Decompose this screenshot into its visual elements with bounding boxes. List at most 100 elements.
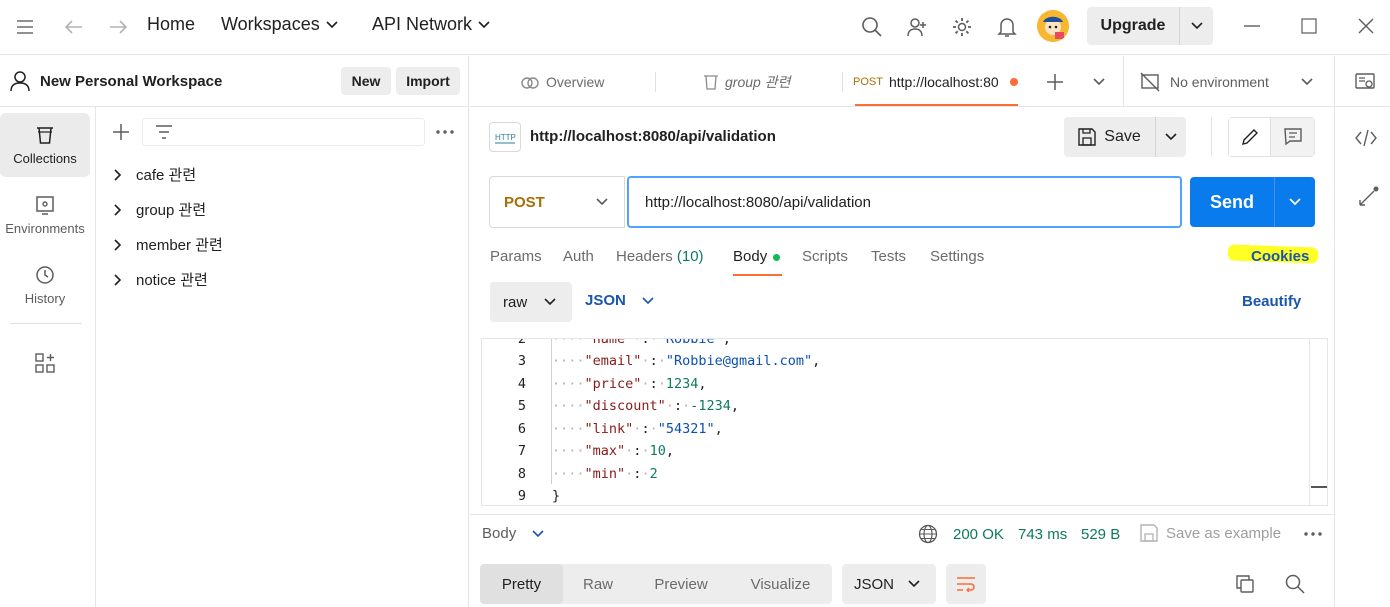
notification-bell-icon[interactable] bbox=[994, 14, 1020, 40]
add-collection-icon[interactable] bbox=[110, 121, 132, 143]
tab-settings[interactable]: Settings bbox=[930, 248, 984, 276]
copy-icon[interactable] bbox=[1233, 572, 1257, 596]
tab-visualize[interactable]: Visualize bbox=[729, 564, 832, 604]
import-button[interactable]: Import bbox=[396, 67, 460, 95]
avatar[interactable] bbox=[1037, 10, 1069, 42]
beautify-link[interactable]: Beautify bbox=[1242, 293, 1301, 310]
response-time[interactable]: 743 ms bbox=[1018, 526, 1067, 543]
filter-search-input[interactable] bbox=[142, 118, 425, 146]
search-icon[interactable] bbox=[859, 14, 885, 40]
tab-scripts[interactable]: Scripts bbox=[802, 248, 848, 276]
line-number: 9 bbox=[517, 488, 526, 504]
method-select[interactable]: POST bbox=[489, 176, 625, 228]
code-editor[interactable]: 2 3 4 5 6 7 8 9 ····"name"·:·"Robbie", ·… bbox=[481, 338, 1328, 506]
menu-icon[interactable] bbox=[12, 15, 38, 39]
list-item[interactable]: group 관련 bbox=[96, 192, 468, 227]
json-key: "price" bbox=[584, 376, 642, 392]
search-icon[interactable] bbox=[1283, 572, 1307, 596]
new-tab-plus-icon[interactable] bbox=[1044, 71, 1066, 93]
sidebar-item-environments[interactable]: Environments bbox=[0, 183, 90, 247]
list-item[interactable]: notice 관련 bbox=[96, 262, 468, 297]
top-bar: Home Workspaces API Network Upgrade bbox=[0, 0, 1390, 55]
wrap-lines-icon[interactable] bbox=[946, 564, 986, 604]
divider bbox=[655, 72, 656, 92]
code-line: ····"price"·:·1234, bbox=[552, 376, 707, 392]
cookies-link[interactable]: Cookies bbox=[1251, 248, 1309, 265]
environment-quick-look-icon[interactable] bbox=[1353, 70, 1377, 94]
environment-selector[interactable]: No environment bbox=[1140, 56, 1320, 107]
expand-arrows-icon[interactable] bbox=[1354, 183, 1382, 211]
workspace-header: New Personal Workspace New Import bbox=[0, 56, 469, 107]
json-value: -1234 bbox=[690, 398, 731, 414]
more-options-icon[interactable] bbox=[1302, 527, 1324, 541]
response-body-select[interactable]: Body bbox=[482, 525, 544, 542]
save-button[interactable]: Save bbox=[1064, 117, 1186, 157]
json-key: "name" bbox=[584, 338, 634, 347]
tab-headers[interactable]: Headers (10) bbox=[616, 248, 704, 276]
home-link[interactable]: Home bbox=[147, 14, 195, 35]
status-code[interactable]: 200 OK bbox=[953, 526, 1004, 543]
tab-overview[interactable]: Overview bbox=[520, 56, 604, 107]
tab-pretty[interactable]: Pretty bbox=[480, 564, 563, 604]
body-mode-select[interactable]: raw bbox=[490, 282, 572, 322]
minimize-icon[interactable] bbox=[1240, 14, 1264, 38]
editor-scrollbar-thumb[interactable] bbox=[1311, 486, 1327, 488]
tab-body[interactable]: Body bbox=[733, 248, 781, 276]
workspace-name: New Personal Workspace bbox=[40, 73, 223, 90]
send-options-chevron-icon[interactable] bbox=[1275, 177, 1315, 227]
close-icon[interactable] bbox=[1354, 14, 1378, 38]
json-key: "min" bbox=[584, 466, 626, 482]
save-as-example-button[interactable]: Save as example bbox=[1140, 524, 1281, 542]
chevron-down-icon bbox=[532, 529, 544, 537]
comment-icon[interactable] bbox=[1271, 118, 1314, 156]
tab-label: group 관련 bbox=[725, 73, 791, 90]
tab-active-request[interactable]: POST http://localhost:80 bbox=[853, 56, 1018, 107]
body-language-select[interactable]: JSON bbox=[585, 292, 654, 309]
chevron-down-icon bbox=[642, 296, 654, 304]
response-format-select[interactable]: JSON bbox=[842, 564, 936, 604]
globe-icon[interactable] bbox=[918, 524, 938, 544]
line-number: 6 bbox=[517, 421, 526, 437]
code-snippet-icon[interactable] bbox=[1354, 126, 1378, 150]
back-arrow-icon[interactable] bbox=[62, 15, 86, 39]
url-input[interactable] bbox=[627, 176, 1182, 228]
chevron-down-icon[interactable] bbox=[1180, 7, 1213, 45]
new-button[interactable]: New bbox=[341, 67, 391, 95]
list-item[interactable]: cafe 관련 bbox=[96, 157, 468, 192]
send-button[interactable]: Send bbox=[1190, 177, 1315, 227]
sidebar-item-history[interactable]: History bbox=[0, 253, 90, 317]
code-line: ····"min"·:·2 bbox=[552, 466, 658, 482]
request-title[interactable]: http://localhost:8080/api/validation bbox=[530, 128, 776, 145]
tab-group[interactable]: group 관련 bbox=[703, 56, 790, 107]
sidebar-item-label: Collections bbox=[13, 150, 77, 166]
upgrade-button[interactable]: Upgrade bbox=[1087, 7, 1213, 45]
forward-arrow-icon[interactable] bbox=[106, 15, 130, 39]
list-item[interactable]: member 관련 bbox=[96, 227, 468, 262]
trash-can-icon bbox=[704, 74, 718, 90]
code-line: ····"link"·:·"54321", bbox=[552, 421, 723, 437]
divider bbox=[842, 72, 843, 92]
editor-scrollbar-track[interactable] bbox=[1309, 339, 1310, 505]
invite-user-icon[interactable] bbox=[904, 14, 930, 40]
tab-params[interactable]: Params bbox=[490, 248, 542, 276]
workspaces-menu[interactable]: Workspaces bbox=[221, 14, 338, 35]
response-size[interactable]: 529 B bbox=[1081, 526, 1120, 543]
tab-auth[interactable]: Auth bbox=[563, 248, 594, 276]
more-options-icon[interactable] bbox=[434, 123, 456, 141]
api-network-menu[interactable]: API Network bbox=[372, 14, 490, 35]
settings-gear-icon[interactable] bbox=[949, 14, 975, 40]
save-disk-icon bbox=[1078, 128, 1096, 146]
save-options-chevron-icon[interactable] bbox=[1156, 117, 1186, 157]
sidebar-item-collections[interactable]: Collections bbox=[0, 113, 90, 177]
tab-preview[interactable]: Preview bbox=[633, 564, 729, 604]
tab-tests[interactable]: Tests bbox=[871, 248, 906, 276]
apps-grid-icon[interactable] bbox=[32, 350, 58, 376]
headers-count: (10) bbox=[676, 248, 704, 265]
tab-raw[interactable]: Raw bbox=[563, 564, 633, 604]
active-tab-indicator bbox=[733, 274, 782, 276]
tabs-dropdown-chevron-icon[interactable] bbox=[1088, 71, 1110, 93]
collections-panel: cafe 관련 group 관련 member 관련 notice 관련 bbox=[96, 107, 469, 607]
maximize-icon[interactable] bbox=[1297, 14, 1321, 38]
edit-pencil-icon[interactable] bbox=[1229, 118, 1271, 156]
save-label: Save bbox=[1104, 128, 1141, 145]
